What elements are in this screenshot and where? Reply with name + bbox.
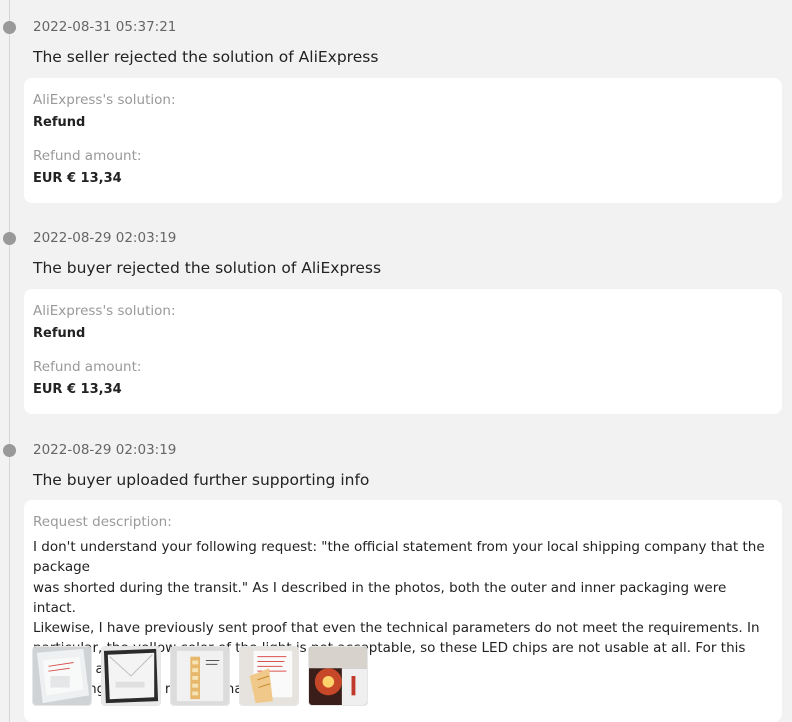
entry-timestamp: 2022-08-31 05:37:21	[33, 19, 177, 35]
attachment-thumbnails	[32, 646, 368, 706]
package-photo-icon[interactable]	[32, 646, 92, 706]
refund-amount-value: EUR € 13,34	[33, 171, 122, 186]
description-line: was shorted during the transit." As I de…	[33, 579, 727, 616]
dispute-history-timeline: 2022-08-31 05:37:21 The seller rejected …	[0, 0, 792, 722]
solution-value: Refund	[33, 326, 86, 341]
description-line: Likewise, I have previously sent proof t…	[33, 620, 760, 637]
refund-amount-label: Refund amount:	[33, 359, 142, 375]
supporting-info-card: Request description: I don't understand …	[24, 500, 782, 722]
solution-card: AliExpress's solution: Refund Refund amo…	[24, 78, 782, 203]
entry-timestamp: 2022-08-29 02:03:19	[33, 442, 177, 458]
description-line: I don't understand your following reques…	[33, 539, 765, 576]
entry-title: The buyer rejected the solution of AliEx…	[33, 259, 382, 277]
timeline-dot	[3, 444, 16, 457]
lit-led-photo-icon[interactable]	[308, 646, 368, 706]
solution-card: AliExpress's solution: Refund Refund amo…	[24, 289, 782, 414]
timeline-dot	[3, 232, 16, 245]
envelope-photo-icon[interactable]	[101, 646, 161, 706]
solution-label: AliExpress's solution:	[33, 303, 176, 319]
request-description-label: Request description:	[33, 514, 172, 530]
timeline-line	[9, 0, 10, 722]
timeline-dot	[3, 21, 16, 34]
entry-title: The buyer uploaded further supporting in…	[33, 471, 370, 489]
handwritten-label-photo-icon[interactable]	[239, 646, 299, 706]
refund-amount-label: Refund amount:	[33, 148, 142, 164]
entry-timestamp: 2022-08-29 02:03:19	[33, 230, 177, 246]
refund-amount-value: EUR € 13,34	[33, 382, 122, 397]
chip-strip-photo-icon[interactable]	[170, 646, 230, 706]
entry-title: The seller rejected the solution of AliE…	[33, 48, 379, 66]
solution-value: Refund	[33, 115, 86, 130]
solution-label: AliExpress's solution:	[33, 92, 176, 108]
